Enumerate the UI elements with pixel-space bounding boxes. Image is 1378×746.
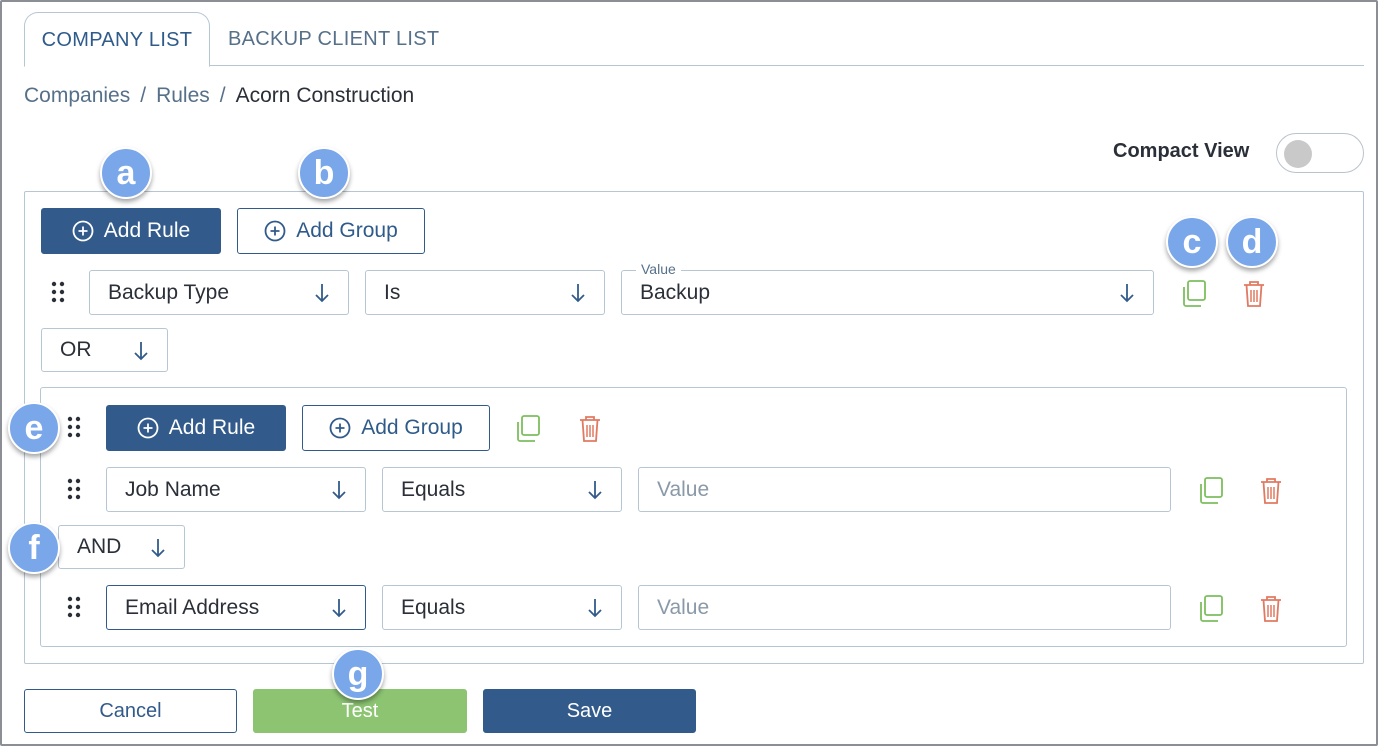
arrow-down-icon: [571, 284, 585, 303]
callout-marker-e: e: [8, 402, 60, 454]
breadcrumb-rules[interactable]: Rules: [156, 84, 210, 107]
drag-handle-icon[interactable]: [66, 478, 82, 500]
rule-field-select[interactable]: Email Address: [106, 585, 366, 630]
rule-field-value: Job Name: [125, 477, 221, 501]
rule-operator-select[interactable]: Is: [365, 270, 605, 315]
trash-icon[interactable]: [576, 414, 604, 444]
rule-value-input[interactable]: Value: [638, 467, 1171, 512]
arrow-down-icon: [588, 481, 602, 500]
rule-operator-value: Is: [384, 280, 401, 304]
add-group-label: Add Group: [296, 219, 398, 242]
callout-marker-f: f: [8, 522, 60, 574]
breadcrumb: Companies / Rules / Acorn Construction: [24, 84, 414, 108]
arrow-down-icon: [588, 599, 602, 618]
tab-bar: COMPANY LIST BACKUP CLIENT LIST: [24, 12, 1364, 67]
arrow-down-icon: [134, 342, 148, 361]
callout-marker-g: g: [332, 648, 384, 700]
add-group-button[interactable]: Add Group: [237, 208, 425, 254]
group-connector-select[interactable]: AND: [58, 525, 185, 569]
rule-value: Backup: [640, 280, 711, 304]
breadcrumb-separator: /: [219, 84, 226, 107]
callout-marker-a: a: [100, 147, 152, 199]
rule-field-select[interactable]: Job Name: [106, 467, 366, 512]
drag-handle-icon[interactable]: [66, 596, 82, 618]
trash-icon[interactable]: [1257, 476, 1285, 506]
add-rule-label: Add Rule: [103, 219, 191, 242]
rule-value-input[interactable]: Value: [638, 585, 1171, 630]
value-placeholder: Value: [657, 477, 710, 501]
copy-icon[interactable]: [1180, 279, 1208, 309]
compact-view-toggle[interactable]: [1276, 133, 1364, 173]
trash-icon[interactable]: [1240, 279, 1268, 309]
save-button[interactable]: Save: [483, 689, 696, 733]
plus-circle-icon: [329, 417, 351, 439]
inner-add-rule-button[interactable]: Add Rule: [106, 405, 286, 451]
add-rule-button[interactable]: Add Rule: [41, 208, 221, 254]
arrow-down-icon: [1120, 284, 1134, 303]
inner-add-group-button[interactable]: Add Group: [302, 405, 490, 451]
compact-view-label: Compact View: [1113, 140, 1250, 162]
tab-company-list[interactable]: COMPANY LIST: [24, 12, 210, 67]
breadcrumb-current: Acorn Construction: [235, 84, 415, 107]
callout-marker-b: b: [298, 147, 350, 199]
connector-or: OR: [60, 338, 92, 361]
value-floating-label: Value: [636, 260, 681, 278]
rule-operator-select[interactable]: Equals: [382, 585, 622, 630]
breadcrumb-companies[interactable]: Companies: [24, 84, 130, 107]
copy-icon[interactable]: [1197, 476, 1225, 506]
drag-handle-icon[interactable]: [66, 416, 82, 438]
group-connector-select[interactable]: OR: [41, 328, 168, 372]
copy-icon[interactable]: [1197, 594, 1225, 624]
toggle-knob: [1284, 140, 1312, 168]
cancel-button[interactable]: Cancel: [24, 689, 237, 733]
arrow-down-icon: [332, 481, 346, 500]
trash-icon[interactable]: [1257, 594, 1285, 624]
callout-marker-c: c: [1166, 216, 1218, 268]
rule-value-select[interactable]: Value Backup: [621, 260, 1154, 315]
plus-circle-icon: [72, 220, 94, 242]
arrow-down-icon: [151, 539, 165, 558]
plus-circle-icon: [264, 220, 286, 242]
breadcrumb-separator: /: [140, 84, 147, 107]
tab-backup-client-list[interactable]: BACKUP CLIENT LIST: [228, 12, 439, 66]
copy-icon[interactable]: [514, 414, 542, 444]
callout-marker-d: d: [1226, 216, 1278, 268]
plus-circle-icon: [137, 417, 159, 439]
drag-handle-icon[interactable]: [50, 281, 66, 303]
add-rule-label: Add Rule: [168, 416, 256, 439]
add-group-label: Add Group: [361, 416, 463, 439]
rule-operator-select[interactable]: Equals: [382, 467, 622, 512]
rule-field-select[interactable]: Backup Type: [89, 270, 349, 315]
arrow-down-icon: [332, 599, 346, 618]
rule-field-value: Backup Type: [108, 280, 230, 304]
arrow-down-icon: [315, 284, 329, 303]
value-placeholder: Value: [657, 595, 710, 619]
rule-field-value: Email Address: [125, 595, 260, 619]
connector-and: AND: [77, 535, 122, 558]
rule-operator-value: Equals: [401, 477, 466, 501]
rule-operator-value: Equals: [401, 595, 466, 619]
